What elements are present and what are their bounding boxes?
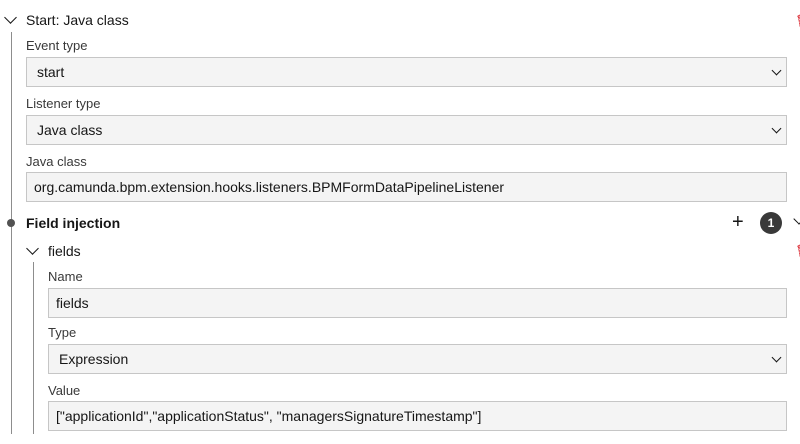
type-value: Expression (59, 351, 129, 367)
properties-panel: Start: Java class 🗑 Event type start Lis… (0, 0, 800, 444)
trash-icon[interactable]: 🗑 (795, 243, 800, 259)
listener-type-label: Listener type (26, 96, 101, 111)
plus-icon[interactable]: + (732, 212, 744, 232)
listener-header-title[interactable]: Start: Java class (26, 11, 129, 29)
java-class-label: Java class (26, 154, 87, 169)
value-input[interactable]: ["applicationId","applicationStatus", "m… (48, 401, 787, 431)
field-item-title[interactable]: fields (48, 242, 81, 260)
tree-node-dot (7, 219, 15, 227)
chevron-down-icon[interactable] (793, 213, 800, 225)
chevron-down-icon[interactable] (4, 11, 17, 24)
name-label: Name (48, 269, 83, 284)
type-label: Type (48, 325, 77, 340)
java-class-input[interactable]: org.camunda.bpm.extension.hooks.listener… (26, 172, 787, 202)
event-type-select[interactable]: start (26, 57, 787, 87)
trash-icon[interactable]: 🗑 (795, 13, 800, 29)
event-type-label: Event type (26, 38, 88, 53)
chevron-down-icon[interactable] (26, 242, 39, 255)
event-type-value: start (37, 64, 65, 80)
chevron-down-icon (771, 123, 782, 134)
field-count-badge: 1 (760, 212, 782, 234)
listener-tree-line (11, 32, 12, 434)
name-input[interactable]: fields (48, 288, 787, 318)
field-injection-title: Field injection (26, 215, 121, 231)
value-label: Value (48, 383, 81, 398)
field-tree-line (33, 262, 34, 434)
type-select[interactable]: Expression (48, 344, 787, 374)
listener-type-value: Java class (37, 122, 103, 138)
chevron-down-icon (771, 65, 782, 76)
chevron-down-icon (771, 352, 782, 363)
listener-type-select[interactable]: Java class (26, 115, 787, 145)
